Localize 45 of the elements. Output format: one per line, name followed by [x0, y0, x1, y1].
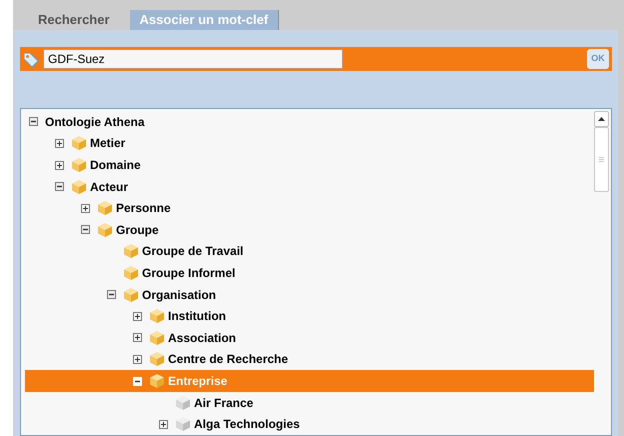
tree-label: Association: [168, 330, 236, 347]
tree-row[interactable]: Domaine: [25, 154, 594, 176]
tree-label: Alga Technologies: [194, 416, 300, 434]
expand-icon[interactable]: [133, 354, 142, 364]
tree-row[interactable]: Groupe Informel: [25, 262, 594, 284]
tree-row[interactable]: Institution: [25, 305, 594, 328]
tree-row[interactable]: Acteur: [25, 176, 594, 198]
expand-icon[interactable]: [133, 333, 142, 342]
scroll-thumb[interactable]: [594, 127, 609, 192]
collapse-icon[interactable]: [55, 182, 64, 192]
tree-row[interactable]: Association: [25, 327, 594, 349]
tree-label: Ontologie Athena: [45, 114, 145, 131]
expand-icon[interactable]: [55, 160, 64, 170]
tree-label: Personne: [116, 200, 171, 218]
tree-label: Groupe Informel: [142, 265, 236, 282]
tree-row[interactable]: Centre de Recherche: [25, 348, 594, 370]
tree-label: Domaine: [90, 157, 141, 174]
expand-icon[interactable]: [133, 312, 142, 321]
tree-label: Organisation: [142, 286, 216, 304]
tree-row[interactable]: Groupe: [25, 219, 594, 241]
tree-row[interactable]: Metier: [25, 132, 594, 154]
tree-label: Entreprise: [168, 373, 228, 390]
tree-label: Centre de Recherche: [168, 351, 288, 368]
tree-row[interactable]: Alga Technologies: [25, 413, 594, 435]
up-arrow-icon: [598, 117, 605, 122]
tree-row[interactable]: Groupe de Travail: [25, 240, 594, 262]
collapse-icon[interactable]: [81, 225, 90, 234]
grip-icon: [599, 156, 604, 163]
tree-row[interactable]: Organisation: [25, 284, 594, 306]
collapse-icon[interactable]: [29, 117, 38, 126]
expand-icon[interactable]: [55, 138, 64, 148]
tree-label: Institution: [168, 308, 226, 326]
tree-label: Groupe de Travail: [142, 243, 244, 260]
tab[interactable]: Rechercher: [32, 10, 116, 30]
collapse-icon[interactable]: [107, 290, 116, 300]
tree-label: Groupe: [116, 222, 159, 239]
tree-row[interactable]: Personne: [25, 197, 594, 220]
expand-icon[interactable]: [81, 204, 90, 213]
tree-label: Acteur: [90, 178, 128, 196]
tree-label: Metier: [90, 135, 126, 152]
tree-row[interactable]: Ontologie Athena: [25, 111, 594, 133]
tree-row[interactable]: Air France: [25, 392, 594, 414]
scroll-up-button[interactable]: [594, 111, 609, 128]
tree-label: Air France: [194, 394, 254, 412]
expand-icon[interactable]: [159, 420, 168, 429]
